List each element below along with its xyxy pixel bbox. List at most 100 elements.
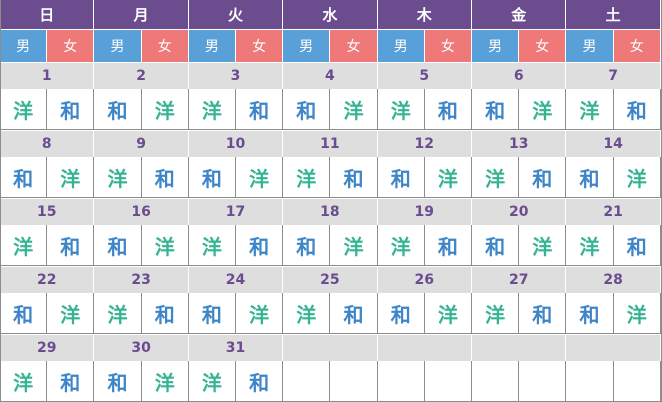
wa-meal-cell[interactable]: 和 [236, 361, 284, 402]
weekday-header: 木 [377, 0, 472, 29]
date-cell: 16 [94, 198, 189, 225]
western-meal-cell[interactable]: 洋 [47, 293, 95, 334]
western-meal-cell[interactable]: 洋 [188, 361, 236, 402]
weekday-header: 月 [94, 0, 189, 29]
male-label: 男 [283, 29, 331, 62]
western-meal-cell[interactable]: 洋 [47, 157, 95, 198]
date-cell: 21 [566, 198, 661, 225]
wa-meal-cell[interactable]: 和 [613, 89, 661, 130]
female-label: 女 [330, 29, 378, 62]
date-cell [377, 334, 472, 361]
wa-meal-cell[interactable]: 和 [141, 293, 189, 334]
western-meal-cell[interactable]: 洋 [283, 157, 331, 198]
wa-meal-cell[interactable]: 和 [47, 361, 95, 402]
western-meal-cell[interactable]: 洋 [472, 293, 520, 334]
date-cell: 2 [94, 62, 189, 89]
date-cell: 13 [472, 130, 567, 157]
wa-meal-cell[interactable]: 和 [94, 89, 142, 130]
western-meal-cell[interactable]: 洋 [566, 89, 614, 130]
western-meal-cell[interactable]: 洋 [236, 157, 284, 198]
wa-meal-cell[interactable]: 和 [47, 225, 95, 266]
wa-meal-cell[interactable]: 和 [141, 157, 189, 198]
date-cell: 14 [566, 130, 661, 157]
western-meal-cell[interactable]: 洋 [330, 89, 378, 130]
western-meal-cell[interactable]: 洋 [519, 89, 567, 130]
western-meal-cell[interactable]: 洋 [188, 225, 236, 266]
wa-meal-cell[interactable]: 和 [472, 89, 520, 130]
date-cell: 27 [472, 266, 567, 293]
empty-cell [566, 361, 614, 402]
western-meal-cell[interactable]: 洋 [283, 293, 331, 334]
western-meal-cell[interactable]: 洋 [377, 89, 425, 130]
wa-meal-cell[interactable]: 和 [94, 225, 142, 266]
western-meal-cell[interactable]: 洋 [141, 361, 189, 402]
western-meal-cell[interactable]: 洋 [0, 225, 48, 266]
male-label: 男 [377, 29, 425, 62]
western-meal-cell[interactable]: 洋 [236, 293, 284, 334]
male-label: 男 [566, 29, 614, 62]
western-meal-cell[interactable]: 洋 [188, 89, 236, 130]
wa-meal-cell[interactable]: 和 [377, 157, 425, 198]
wa-meal-cell[interactable]: 和 [424, 89, 472, 130]
date-cell: 29 [0, 334, 95, 361]
date-cell: 23 [94, 266, 189, 293]
date-cell: 3 [188, 62, 284, 89]
western-meal-cell[interactable]: 洋 [566, 225, 614, 266]
western-meal-cell[interactable]: 洋 [424, 157, 472, 198]
wa-meal-cell[interactable]: 和 [424, 225, 472, 266]
date-cell: 4 [283, 62, 378, 89]
date-cell: 12 [377, 130, 472, 157]
western-meal-cell[interactable]: 洋 [330, 225, 378, 266]
wa-meal-cell[interactable]: 和 [566, 293, 614, 334]
female-label: 女 [519, 29, 567, 62]
wa-meal-cell[interactable]: 和 [283, 225, 331, 266]
wa-meal-cell[interactable]: 和 [188, 157, 236, 198]
western-meal-cell[interactable]: 洋 [377, 225, 425, 266]
empty-cell [424, 361, 472, 402]
western-meal-cell[interactable]: 洋 [0, 361, 48, 402]
western-meal-cell[interactable]: 洋 [472, 157, 520, 198]
date-cell: 31 [188, 334, 284, 361]
western-meal-cell[interactable]: 洋 [613, 157, 661, 198]
wa-meal-cell[interactable]: 和 [0, 157, 48, 198]
female-label: 女 [236, 29, 284, 62]
empty-cell [613, 361, 661, 402]
western-meal-cell[interactable]: 洋 [519, 225, 567, 266]
meal-calendar: 日月火水木金土男女男女男女男女男女男女男女1234567洋和和洋洋和和洋洋和和洋… [0, 0, 662, 402]
western-meal-cell[interactable]: 洋 [0, 89, 48, 130]
western-meal-cell[interactable]: 洋 [94, 157, 142, 198]
wa-meal-cell[interactable]: 和 [188, 293, 236, 334]
date-cell [472, 334, 567, 361]
wa-meal-cell[interactable]: 和 [377, 293, 425, 334]
wa-meal-cell[interactable]: 和 [47, 89, 95, 130]
date-cell: 19 [377, 198, 472, 225]
male-label: 男 [472, 29, 520, 62]
wa-meal-cell[interactable]: 和 [519, 293, 567, 334]
weekday-header: 金 [472, 0, 567, 29]
wa-meal-cell[interactable]: 和 [613, 225, 661, 266]
wa-meal-cell[interactable]: 和 [472, 225, 520, 266]
date-cell: 22 [0, 266, 95, 293]
western-meal-cell[interactable]: 洋 [424, 293, 472, 334]
date-cell: 9 [94, 130, 189, 157]
western-meal-cell[interactable]: 洋 [94, 293, 142, 334]
date-cell: 15 [0, 198, 95, 225]
wa-meal-cell[interactable]: 和 [330, 157, 378, 198]
weekday-header: 日 [0, 0, 95, 29]
wa-meal-cell[interactable]: 和 [94, 361, 142, 402]
western-meal-cell[interactable]: 洋 [141, 89, 189, 130]
wa-meal-cell[interactable]: 和 [236, 89, 284, 130]
female-label: 女 [141, 29, 189, 62]
wa-meal-cell[interactable]: 和 [283, 89, 331, 130]
date-cell: 18 [283, 198, 378, 225]
wa-meal-cell[interactable]: 和 [519, 157, 567, 198]
wa-meal-cell[interactable]: 和 [236, 225, 284, 266]
wa-meal-cell[interactable]: 和 [330, 293, 378, 334]
female-label: 女 [613, 29, 661, 62]
western-meal-cell[interactable]: 洋 [613, 293, 661, 334]
western-meal-cell[interactable]: 洋 [141, 225, 189, 266]
empty-cell [472, 361, 520, 402]
wa-meal-cell[interactable]: 和 [566, 157, 614, 198]
date-cell [566, 334, 661, 361]
wa-meal-cell[interactable]: 和 [0, 293, 48, 334]
